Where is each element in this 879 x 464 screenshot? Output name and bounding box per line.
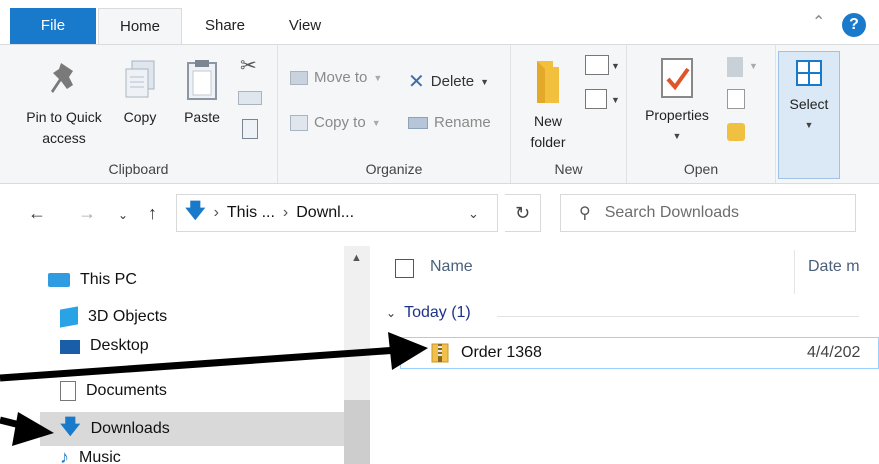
nav-item-music[interactable]: ♪ Music [60,448,121,464]
nav-item-3d-objects[interactable]: 3D Objects [60,300,167,334]
new-group: New folder ▼ ▼ New [511,45,627,183]
nav-item-this-pc[interactable]: This PC [48,263,137,297]
select-group[interactable]: Select ▼ [778,51,840,179]
breadcrumb-this-pc[interactable]: This ... [227,204,275,222]
group-divider [497,316,859,317]
copy-to-dropdown-icon: ▼ [371,117,381,128]
column-divider[interactable] [794,250,795,294]
ribbon-tab-bar: File Home Share View ⌃ ? [0,0,879,45]
download-arrow-icon: 🡇 [185,200,206,222]
download-arrow-icon: 🡇 [60,416,81,438]
desktop-icon [60,340,80,354]
tab-file[interactable]: File [10,8,96,44]
column-header-date[interactable]: Date m [808,258,860,276]
new-item-dropdown-icon[interactable]: ▼ [611,61,620,71]
nav-item-downloads[interactable]: 🡇 Downloads [40,412,344,446]
file-date: 4/4/202 [807,344,861,361]
tab-home[interactable]: Home [98,8,182,45]
pin-to-quick-access-button[interactable]: Pin to Quick access [14,59,114,149]
paste-shortcut-icon[interactable] [242,119,258,139]
organize-group-label: Organize [365,161,423,177]
tab-share[interactable]: Share [188,8,262,44]
navigation-pane: This PC 3D Objects Desktop Documents 🡇 D… [0,246,370,464]
new-item-icon[interactable] [585,55,609,75]
search-icon: ⚲ [579,205,591,222]
column-header-name[interactable]: Name [430,258,473,276]
copy-icon [125,60,155,98]
clipboard-group: Pin to Quick access Copy Paste ✂ Clipboa… [0,45,278,183]
rename-button[interactable]: Rename [408,114,491,131]
open-icon[interactable] [727,57,743,77]
recent-locations-chevron-icon[interactable]: ⌄ [118,208,128,222]
music-note-icon: ♪ [60,448,69,464]
scroll-thumb[interactable] [344,400,370,464]
group-header-today[interactable]: ⌄ Today (1) [386,304,471,322]
copy-button[interactable]: Copy [114,59,166,128]
select-button[interactable]: Select ▼ [779,58,839,136]
open-group: Properties ▼ ▼ Open [627,45,776,183]
nav-pane-scrollbar[interactable]: ▲ [344,246,370,464]
open-dropdown-icon[interactable]: ▼ [749,61,758,71]
address-row: ← → ⌄ ↑ 🡇 › This ... › Downl... ⌄ ↻ ⚲ Se… [0,184,879,246]
file-row[interactable]: Order 1368 4/4/202 [400,337,879,369]
open-group-label: Open [683,161,719,177]
refresh-icon[interactable]: ↻ [505,194,541,232]
scroll-up-icon[interactable]: ▲ [351,252,362,264]
breadcrumb-separator-icon: › [282,204,289,221]
properties-dropdown-icon: ▼ [672,131,682,141]
delete-icon: ✕ [408,71,425,93]
select-grid-icon [796,60,822,86]
nav-item-documents[interactable]: Documents [60,374,167,408]
properties-icon [661,58,693,98]
organize-group: Move to ▼ ✕ Delete ▼ Copy to ▼ Rename Or… [278,45,511,183]
file-list-pane: Name Date m ⌄ Today (1) Order 1368 4/4/2… [370,246,879,464]
tab-view[interactable]: View [270,8,340,44]
paste-button[interactable]: Paste [176,59,228,128]
document-icon [60,381,76,401]
collapse-ribbon-icon[interactable]: ⌃ [812,12,825,32]
zip-folder-icon [431,343,449,363]
edit-icon[interactable] [727,89,745,109]
paste-icon [187,60,217,100]
nav-item-desktop[interactable]: Desktop [60,337,149,357]
computer-icon [48,273,70,287]
clipboard-group-label: Clipboard [108,161,169,177]
cube-icon [60,306,78,328]
select-dropdown-icon: ▼ [804,120,814,130]
new-group-label: New [554,161,583,177]
copy-to-icon [290,114,308,131]
copy-to-button[interactable]: Copy to ▼ [290,114,381,131]
delete-button[interactable]: ✕ Delete ▼ [408,69,489,94]
new-folder-button[interactable]: New folder [519,59,577,153]
properties-button[interactable]: Properties ▼ [637,57,717,147]
select-all-checkbox[interactable] [395,259,414,278]
address-bar[interactable]: 🡇 › This ... › Downl... [176,194,498,232]
forward-arrow-icon[interactable]: → [78,203,96,224]
address-dropdown-icon[interactable]: ⌄ [468,206,479,222]
ribbon: Pin to Quick access Copy Paste ✂ Clipboa… [0,44,879,184]
easy-access-icon[interactable] [585,89,607,109]
delete-dropdown-icon: ▼ [480,76,490,87]
back-arrow-icon[interactable]: ← [28,203,46,224]
move-to-button[interactable]: Move to ▼ [290,69,382,86]
help-icon[interactable]: ? [842,13,866,37]
copy-path-icon[interactable] [238,91,262,105]
move-to-dropdown-icon: ▼ [373,72,383,83]
pin-icon [51,63,73,93]
rename-icon [408,116,428,129]
breadcrumb-separator-icon: › [213,204,219,221]
move-to-icon [290,70,308,85]
new-folder-icon [537,61,559,103]
up-arrow-icon[interactable]: ↑ [148,203,157,224]
easy-access-dropdown-icon[interactable]: ▼ [611,95,620,105]
history-icon[interactable] [727,123,745,141]
breadcrumb-downloads[interactable]: Downl... [296,204,354,222]
search-input[interactable]: Search Downloads [605,204,739,222]
search-box[interactable]: ⚲ Search Downloads [560,194,856,232]
file-name: Order 1368 [461,344,542,361]
cut-icon[interactable]: ✂ [240,53,257,78]
chevron-down-icon: ⌄ [386,306,397,320]
